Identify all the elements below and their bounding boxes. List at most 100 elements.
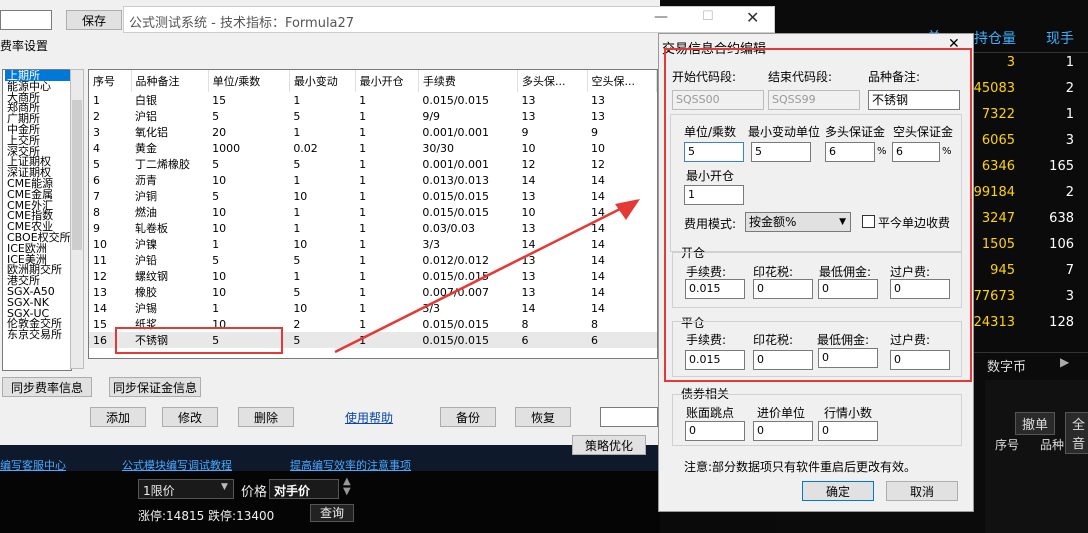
table-cell: 5 [212, 189, 220, 203]
formula-window-title: 公式测试系统 - 技术指标：Formula27 [129, 16, 355, 31]
exchange-item[interactable]: 东京交易所 [5, 329, 71, 340]
sync-margin-button[interactable]: 同步保证金信息 [109, 377, 201, 397]
column-header[interactable]: 品种备注 [131, 70, 209, 92]
quote-dec-field[interactable]: 0 [818, 421, 878, 441]
notice-text: 注意:部分数据项只有软件重启后更改有效。 [684, 460, 917, 474]
column-header[interactable]: 最小开仓 [355, 70, 419, 92]
table-cell: 1 [293, 173, 301, 187]
add-button[interactable]: 添加 [90, 407, 146, 427]
current-value: 165 [1049, 159, 1074, 174]
exchange-list[interactable]: 上期所 能源中心 大商所 郑商所 广期所 中金所 上交所 深交所 上证期权 深证期权 CME能源 CM… [2, 69, 72, 371]
column-header[interactable]: 手续费 [418, 70, 519, 92]
price-unit-label: 进价单位 [757, 406, 806, 420]
exchange-item[interactable]: ICE欧洲 [5, 243, 71, 254]
restore-button[interactable]: 恢复 [515, 407, 571, 427]
table-cell: 5 [293, 157, 301, 171]
all-button[interactable]: 全音 [1065, 412, 1088, 454]
col-position[interactable]: 持仓量 [974, 28, 1016, 48]
strategy-optimize-button[interactable]: 策略优化 [572, 435, 646, 455]
table-row[interactable]: 3 氧化铝 20 1 1 0.001/0.001 9 9 [89, 124, 657, 140]
close-icon[interactable]: ✕ [746, 8, 759, 27]
column-header[interactable]: 单位/乘数 [208, 70, 290, 92]
table-cell: 1 [359, 93, 367, 107]
column-header[interactable]: 空头保... [587, 70, 657, 92]
table-cell: 1 [359, 173, 367, 187]
column-header[interactable]: 序号 [89, 70, 132, 92]
table-row[interactable]: 1 白银 15 1 1 0.015/0.015 13 13 [89, 92, 657, 108]
column-header[interactable]: 最小变动 [289, 70, 356, 92]
arrow-right-icon[interactable]: ▶ [1060, 355, 1069, 369]
table-row[interactable]: 4 黄金 1000 0.02 1 30/30 10 10 [89, 140, 657, 156]
save-button[interactable]: 保存 [66, 10, 122, 30]
exchange-item[interactable]: 能源中心 [5, 81, 71, 92]
table-cell: 14 [591, 173, 605, 187]
backup-button[interactable]: 备份 [440, 407, 496, 427]
current-value: 2 [1065, 81, 1074, 96]
table-cell: 8 [93, 205, 100, 219]
position-value: 6346 [981, 159, 1015, 174]
table-cell: 0.02 [293, 141, 318, 155]
table-cell: 沥青 [135, 174, 158, 187]
table-cell: 12 [93, 269, 107, 283]
tick-field[interactable]: 0 [685, 421, 745, 441]
spinner-icon[interactable]: ▲ ▼ [343, 477, 351, 497]
tick-label: 账面跳点 [686, 406, 735, 420]
limit-info: 涨停:14815 跌停:13400 [138, 509, 275, 523]
top-text-input[interactable] [0, 10, 52, 30]
highlight-box-dialog [664, 48, 972, 382]
scrollbar-thumb[interactable] [72, 100, 82, 250]
sync-fee-button[interactable]: 同步费率信息 [2, 377, 92, 397]
maximize-icon[interactable]: ☐ [702, 9, 714, 24]
price-label: 价格 [241, 485, 268, 500]
delete-button[interactable]: 删除 [238, 407, 294, 427]
table-cell: 氧化铝 [135, 126, 169, 139]
table-cell: 15 [212, 93, 227, 107]
table-cell: 0.001/0.001 [422, 157, 490, 171]
table-cell: 1 [293, 93, 301, 107]
order-type-select[interactable]: 1限价 ▼ [138, 479, 234, 499]
table-cell: 1 [359, 141, 367, 155]
query-button[interactable]: 查询 [310, 504, 354, 522]
market-tabbar: 数字币 ▶ [965, 352, 1088, 375]
table-row[interactable]: 5 丁二烯橡胶 5 5 1 0.001/0.001 12 12 [89, 156, 657, 172]
help-link[interactable]: 使用帮助 [345, 409, 393, 426]
table-cell: 1000 [212, 141, 241, 155]
table-cell: 5 [93, 157, 100, 171]
exchange-item[interactable]: CME金属 [5, 189, 71, 200]
table-cell: 沪镍 [135, 238, 158, 251]
table-row[interactable]: 2 沪铝 5 5 1 9/9 13 13 [89, 108, 657, 124]
position-value: 1505 [981, 237, 1015, 252]
exchange-item[interactable]: 上交所 [5, 135, 71, 146]
table-cell: 5 [212, 253, 220, 267]
table-cell: 9 [591, 125, 598, 139]
modify-button[interactable]: 修改 [162, 407, 218, 427]
table-cell: 1 [359, 157, 367, 171]
minimize-icon[interactable]: — [654, 9, 668, 25]
table-cell: 白银 [135, 94, 158, 107]
table-row[interactable]: 6 沥青 10 1 1 0.013/0.013 14 14 [89, 172, 657, 188]
exchange-item[interactable]: SGX-NK [5, 297, 71, 308]
ok-button[interactable]: 确定 [802, 481, 874, 501]
table-cell: 2 [93, 109, 100, 123]
price-unit-field[interactable]: 0 [753, 421, 813, 441]
cancel-button[interactable]: 取消 [886, 481, 958, 501]
formula-window-titlebar: 公式测试系统 - 技术指标：Formula27 — ☐ ✕ [123, 6, 775, 33]
exchange-list-scrollbar[interactable] [70, 69, 84, 369]
table-cell: 13 [591, 93, 605, 107]
table-cell: 10 [591, 141, 605, 155]
table-cell: 6 [93, 173, 100, 187]
current-value: 3 [1065, 133, 1074, 148]
position-value: 6065 [981, 133, 1015, 148]
table-cell: 5 [212, 157, 220, 171]
column-header[interactable]: 多头保... [517, 70, 588, 92]
table-cell: 7 [93, 189, 100, 203]
tab-digital-coin[interactable]: 数字币 [987, 356, 1026, 375]
current-value: 7 [1065, 263, 1074, 278]
order-panel: 1限价 ▼ 价格 对手价 ▲ ▼ 涨停:14815 跌停:13400 查询 [0, 471, 660, 533]
col-seq: 序号 [995, 438, 1020, 452]
cancel-order-button[interactable]: 撤单 [1015, 412, 1056, 435]
bottom-input[interactable] [600, 407, 658, 427]
price-input[interactable]: 对手价 [269, 479, 339, 499]
col-current[interactable]: 现手 [1046, 28, 1074, 48]
table-cell: 14 [521, 173, 536, 187]
